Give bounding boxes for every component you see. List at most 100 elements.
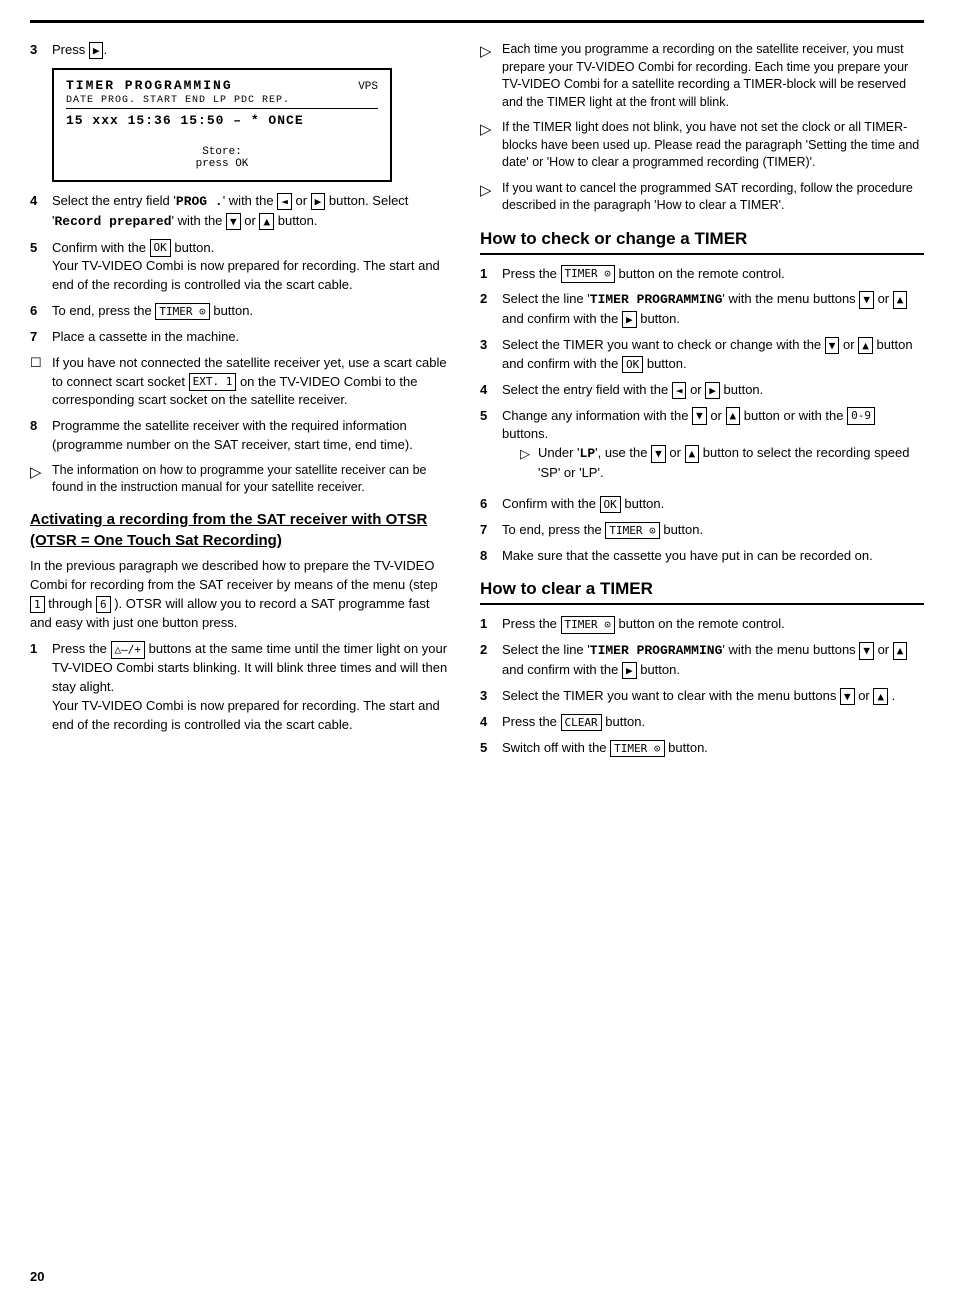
check-step4-text-c: button. [724, 382, 764, 397]
clear-step2-right[interactable]: ▶ [622, 662, 637, 679]
sat-para1-through: through [48, 596, 92, 611]
clear-step-5-row: 5 Switch off with the TIMER ⊙ button. [480, 739, 924, 758]
clear-step-1-content: Press the TIMER ⊙ button on the remote c… [502, 615, 924, 634]
check-step5-09[interactable]: 0-9 [847, 407, 875, 424]
left-column: 3 Press ▶. TIMER PROGRAMMING VPS DATE PR… [30, 41, 450, 765]
check-step5-note-up[interactable]: ▲ [685, 445, 700, 462]
clear-step-2-row: 2 Select the line 'TIMER PROGRAMMING' wi… [480, 641, 924, 680]
check-step5-subnote-b: ', use the [595, 445, 647, 460]
check-step3-ok[interactable]: OK [622, 356, 643, 373]
step-4-row: 4 Select the entry field 'PROG .' with t… [30, 192, 450, 232]
sat-step1-detail: Your TV-VIDEO Combi is now prepared for … [52, 698, 440, 732]
clear-step2-up[interactable]: ▲ [893, 642, 908, 659]
check-step5-down[interactable]: ▼ [692, 407, 707, 424]
up-arrow-button[interactable]: ▲ [259, 213, 274, 230]
step-6-text-b: button. [213, 303, 253, 318]
check-step3-up[interactable]: ▲ [858, 337, 873, 354]
check-step-6-content: Confirm with the OK button. [502, 495, 924, 514]
right-note-1-arrow-icon: ▷ [480, 42, 502, 60]
step-7-content: Place a cassette in the machine. [52, 328, 450, 347]
clear-step-3-row: 3 Select the TIMER you want to clear wit… [480, 687, 924, 706]
sat-step1-ref: 1 [30, 596, 45, 613]
clear-step-4-content: Press the CLEAR button. [502, 713, 924, 732]
check-step3-down[interactable]: ▼ [825, 337, 840, 354]
step-3-content: Press ▶. [52, 41, 450, 60]
clear-step-5-content: Switch off with the TIMER ⊙ button. [502, 739, 924, 758]
check-step5-note-or: or [669, 445, 681, 460]
clear-step-4-number: 4 [480, 714, 502, 729]
lp-label: LP [580, 446, 596, 461]
clear-step5-timer[interactable]: TIMER ⊙ [610, 740, 664, 757]
check-step2-down[interactable]: ▼ [859, 291, 874, 308]
check-step-4-row: 4 Select the entry field with the ◄ or ▶… [480, 381, 924, 400]
step-5-content: Confirm with the OK button. Your TV-VIDE… [52, 239, 450, 296]
note-row: ▷ The information on how to programme yo… [30, 462, 450, 497]
step-8-row: 8 Programme the satellite receiver with … [30, 417, 450, 455]
sat-step-1-number: 1 [30, 641, 52, 656]
clear-step3-up[interactable]: ▲ [873, 688, 888, 705]
right-arrow-button[interactable]: ▶ [311, 193, 326, 210]
clear-step2-down[interactable]: ▼ [859, 642, 874, 659]
check-step6-text-b: button. [624, 496, 664, 511]
step-5-number: 5 [30, 240, 52, 255]
check-step7-text-b: button. [663, 522, 703, 537]
check-step3-text-d: button. [647, 356, 687, 371]
clear-step2-text-b: ' with the menu buttons [722, 642, 855, 657]
check-step-8-row: 8 Make sure that the cassette you have p… [480, 547, 924, 566]
ok-button[interactable]: OK [150, 239, 171, 256]
left-arrow-button[interactable]: ◄ [277, 193, 292, 210]
check-step4-right[interactable]: ▶ [705, 382, 720, 399]
check-step4-left[interactable]: ◄ [672, 382, 687, 399]
step-3-text: Press [52, 42, 85, 57]
check-step6-ok[interactable]: OK [600, 496, 621, 513]
right-note-1-row: ▷ Each time you programme a recording on… [480, 41, 924, 111]
clear-timer-button-1[interactable]: TIMER ⊙ [561, 616, 615, 633]
sat-step6-ref: 6 [96, 596, 111, 613]
check-section-title: How to check or change a TIMER [480, 229, 924, 255]
check-step2-text-e: button. [640, 311, 680, 326]
check-step5-note-down[interactable]: ▼ [651, 445, 666, 462]
check-step-2-content: Select the line 'TIMER PROGRAMMING' with… [502, 290, 924, 329]
check-step2-up[interactable]: ▲ [893, 291, 908, 308]
down-arrow-button[interactable]: ▼ [226, 213, 241, 230]
step-3-number: 3 [30, 42, 52, 57]
step-5-text-b: button. [174, 240, 214, 255]
check-step5-text-b: or [710, 408, 722, 423]
clear-timer-prog-label: TIMER PROGRAMMING [590, 643, 723, 658]
clear-step3-down[interactable]: ▼ [840, 688, 855, 705]
play-button[interactable]: ▶ [89, 42, 104, 59]
check-step5-subnote-text: Under 'LP', use the ▼ or ▲ button to sel… [538, 444, 924, 483]
clear-button[interactable]: CLEAR [561, 714, 602, 731]
check-step-5-content: Change any information with the ▼ or ▲ b… [502, 407, 924, 488]
clear-step-2-content: Select the line 'TIMER PROGRAMMING' with… [502, 641, 924, 680]
step-4-text-b: ' with the [223, 193, 274, 208]
top-rule [30, 20, 924, 23]
right-note-2-row: ▷ If the TIMER light does not blink, you… [480, 119, 924, 172]
check-step2-or: or [878, 291, 890, 306]
checkbox-step-row: ☐ If you have not connected the satellit… [30, 354, 450, 411]
check-step-6-row: 6 Confirm with the OK button. [480, 495, 924, 514]
sat-section-title: Activating a recording from the SAT rece… [30, 509, 450, 551]
check-step-6-number: 6 [480, 496, 502, 511]
ext1-button[interactable]: EXT. 1 [189, 373, 237, 390]
timer-button-6[interactable]: TIMER ⊙ [155, 303, 209, 320]
clear-step-3-content: Select the TIMER you want to clear with … [502, 687, 924, 706]
clear-step-5-number: 5 [480, 740, 502, 755]
check-step4-text-b: or [690, 382, 702, 397]
check-step-2-row: 2 Select the line 'TIMER PROGRAMMING' wi… [480, 290, 924, 329]
check-step1-text-a: Press the [502, 266, 557, 281]
clear-step-4-row: 4 Press the CLEAR button. [480, 713, 924, 732]
check-step7-timer[interactable]: TIMER ⊙ [605, 522, 659, 539]
check-step-4-number: 4 [480, 382, 502, 397]
check-timer-button-1[interactable]: TIMER ⊙ [561, 265, 615, 282]
step-3-row: 3 Press ▶. [30, 41, 450, 60]
right-note-3-content: If you want to cancel the programmed SAT… [502, 180, 924, 215]
minus-plus-button[interactable]: △–/+ [111, 641, 146, 658]
clear-step2-text-a: Select the line ' [502, 642, 590, 657]
sat-step-1-content: Press the △–/+ buttons at the same time … [52, 640, 450, 734]
check-step2-right[interactable]: ▶ [622, 311, 637, 328]
check-step4-text-a: Select the entry field with the [502, 382, 668, 397]
check-step5-up[interactable]: ▲ [726, 407, 741, 424]
step-5-row: 5 Confirm with the OK button. Your TV-VI… [30, 239, 450, 296]
clear-step-3-number: 3 [480, 688, 502, 703]
